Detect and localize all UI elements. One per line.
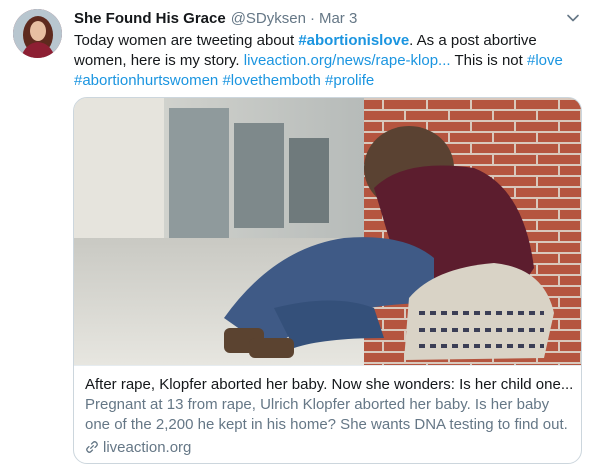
chevron-down-icon[interactable] bbox=[565, 10, 581, 26]
card-title[interactable]: After rape, Klopfer aborted her baby. No… bbox=[85, 375, 575, 395]
tweet[interactable]: She Found His Grace @SDyksen · Mar 3 Tod… bbox=[0, 0, 598, 472]
hashtag-love[interactable]: #love bbox=[527, 52, 563, 69]
text-part: Today women are tweeting about bbox=[74, 32, 299, 49]
card-description-line: Pregnant at 13 from rape, Ulrich Klopfer… bbox=[85, 396, 550, 413]
link-preview-card[interactable]: After rape, Klopfer aborted her baby. No… bbox=[73, 97, 582, 464]
hashtag-abortionislove[interactable]: #abortionislove bbox=[298, 32, 409, 49]
hashtag-lovethemboth[interactable]: #lovethemboth bbox=[222, 72, 320, 89]
hashtag-abortionhurtswomen[interactable]: #abortionhurtswomen bbox=[74, 72, 218, 89]
story-link[interactable]: liveaction.org/news/rape-klop... bbox=[244, 52, 451, 69]
avatar[interactable] bbox=[13, 9, 62, 58]
card-domain-text[interactable]: liveaction.org bbox=[103, 439, 191, 456]
card-description: Pregnant at 13 from rape, Ulrich Klopfer… bbox=[85, 395, 575, 435]
author-handle[interactable]: @SDyksen bbox=[231, 10, 306, 27]
card-image[interactable] bbox=[74, 98, 581, 365]
link-icon bbox=[86, 441, 98, 453]
tweet-header: She Found His Grace @SDyksen · Mar 3 bbox=[74, 10, 357, 30]
hashtag-prolife[interactable]: #prolife bbox=[325, 72, 374, 89]
card-body[interactable]: After rape, Klopfer aborted her baby. No… bbox=[74, 365, 581, 463]
separator: · bbox=[309, 10, 315, 27]
text-part: This is not bbox=[450, 52, 527, 69]
tweet-time[interactable]: Mar 3 bbox=[319, 10, 357, 27]
text-part: women, here is my story. bbox=[74, 52, 244, 69]
card-domain[interactable]: liveaction.org bbox=[85, 437, 191, 457]
tweet-text: Today women are tweeting about #abortion… bbox=[74, 31, 579, 91]
card-description-line: one of the 2,200 he kept in his home? Sh… bbox=[85, 416, 568, 433]
text-part: . As a post abortive bbox=[409, 32, 537, 49]
author-name[interactable]: She Found His Grace bbox=[74, 10, 226, 27]
